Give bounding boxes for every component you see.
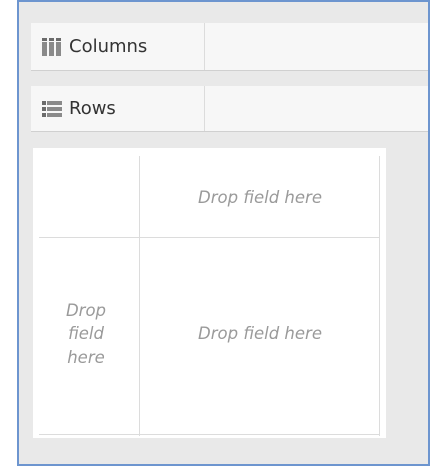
- rows-shelf-text: Rows: [69, 98, 116, 119]
- columns-shelf[interactable]: Columns: [31, 23, 428, 71]
- right-border: [379, 156, 380, 436]
- columns-shelf-label: Columns: [31, 23, 205, 70]
- body-drop-zone[interactable]: Drop field here: [141, 238, 379, 430]
- vertical-divider: [139, 156, 140, 436]
- columns-icon: [41, 37, 63, 57]
- columns-drop-zone[interactable]: Drop field here: [141, 158, 379, 238]
- rows-shelf-label: Rows: [31, 86, 205, 131]
- sheet-workspace: Columns Rows Drop field here Drop field …: [17, 0, 430, 466]
- rows-drop-zone[interactable]: Drop field here: [33, 238, 139, 430]
- view-canvas[interactable]: Drop field here Drop field here Drop fie…: [33, 148, 386, 438]
- rows-shelf[interactable]: Rows: [31, 86, 428, 132]
- rows-icon: [41, 99, 63, 119]
- bottom-border: [39, 434, 380, 435]
- columns-shelf-text: Columns: [69, 36, 148, 57]
